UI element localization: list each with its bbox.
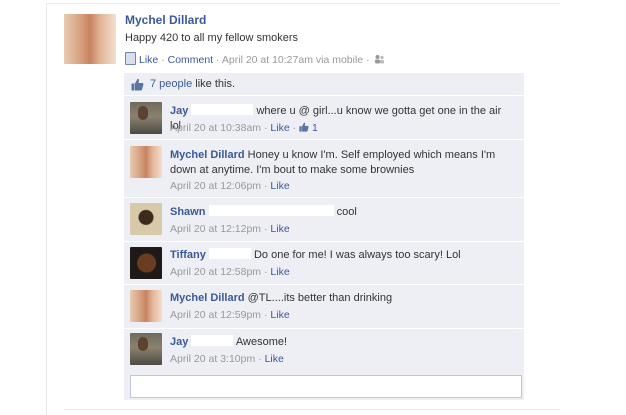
post-author-name[interactable]: Mychel Dillard: [125, 13, 206, 27]
comment-meta: April 20 at 12:06pm · Like: [170, 180, 290, 192]
meta-dot: ·: [366, 54, 370, 66]
redaction-block: [208, 205, 334, 216]
comment-like-count[interactable]: 1: [312, 122, 318, 134]
like-square-icon: [125, 52, 136, 65]
comment-text: Awesome!: [235, 336, 288, 348]
comment-item: Mychel Dillard Honey u know I'm. Self em…: [124, 140, 524, 197]
comment-text: Do one for me! I was always too scary! L…: [253, 249, 461, 261]
comment-meta: April 20 at 12:59pm · Like: [170, 309, 290, 321]
comment-text: cool: [336, 206, 357, 218]
redaction-block: [191, 104, 254, 115]
redaction-block: [208, 248, 251, 259]
comment-author[interactable]: Jay: [170, 105, 188, 117]
post-text: Happy 420 to all my fellow smokers: [125, 32, 299, 44]
comment-meta: April 20 at 12:12pm · Like: [170, 223, 290, 235]
comment-body: Tiffany Do one for me! I was always too …: [170, 248, 515, 263]
comment-avatar[interactable]: [130, 247, 162, 279]
redaction-block: [191, 335, 234, 346]
post-timestamp[interactable]: April 20 at 10:27am via mobile: [222, 54, 363, 66]
comment-author[interactable]: Jay: [170, 336, 188, 348]
post-like-link[interactable]: Like: [139, 54, 158, 66]
comment-item: Jay Awesome! April 20 at 3:10pm · Like: [124, 329, 524, 371]
comment-avatar[interactable]: [130, 146, 162, 178]
comment-body: Jay Awesome!: [170, 335, 515, 350]
thumbs-up-icon: [131, 78, 144, 91]
comment-item: Tiffany Do one for me! I was always too …: [124, 242, 524, 284]
post-author-avatar[interactable]: [64, 14, 116, 64]
comment-time[interactable]: April 20 at 10:38am: [170, 122, 261, 134]
comment-body: Shawn cool: [170, 205, 515, 220]
bottom-divider: [64, 409, 560, 410]
comment-time[interactable]: April 20 at 12:12pm: [170, 223, 261, 235]
comment-avatar[interactable]: [130, 102, 162, 134]
comment-like-link[interactable]: Like: [270, 266, 289, 278]
likes-row: 7 people like this.: [124, 73, 524, 95]
comment-item: Jay where u @ girl...u know we gotta get…: [124, 96, 524, 139]
top-divider: [46, 3, 560, 4]
comment-body: Mychel Dillard @TL....its better than dr…: [170, 291, 515, 306]
meta-dot: ·: [161, 54, 165, 66]
comment-author[interactable]: Mychel Dillard: [170, 292, 245, 304]
thumbs-up-icon: [299, 122, 309, 132]
post-meta: Like · Comment · April 20 at 10:27am via…: [125, 52, 385, 66]
comment-avatar[interactable]: [130, 333, 162, 365]
comment-author[interactable]: Mychel Dillard: [170, 149, 245, 161]
comment-item: Shawn cool April 20 at 12:12pm · Like: [124, 198, 524, 241]
likes-summary: 7 people like this.: [150, 78, 235, 90]
comment-meta: April 20 at 12:58pm · Like: [170, 266, 290, 278]
comment-time[interactable]: April 20 at 12:58pm: [170, 266, 261, 278]
comment-like-link[interactable]: Like: [270, 223, 289, 235]
comments-panel: 7 people like this. Jay where u @ girl..…: [124, 73, 524, 400]
comment-like-link[interactable]: Like: [270, 180, 289, 192]
comment-author[interactable]: Tiffany: [170, 249, 206, 261]
post-comment-link[interactable]: Comment: [168, 54, 214, 66]
comment-meta: April 20 at 10:38am · Like · 1: [170, 122, 318, 134]
comment-time[interactable]: April 20 at 3:10pm: [170, 353, 255, 365]
left-divider: [46, 3, 47, 415]
comment-like-link[interactable]: Like: [270, 309, 289, 321]
friends-privacy-icon[interactable]: [374, 54, 385, 64]
comment-avatar[interactable]: [130, 290, 162, 322]
comment-time[interactable]: April 20 at 12:06pm: [170, 180, 261, 192]
meta-dot: ·: [216, 54, 220, 66]
comment-time[interactable]: April 20 at 12:59pm: [170, 309, 261, 321]
likes-count-link[interactable]: 7 people: [150, 78, 192, 90]
likes-suffix: like this.: [195, 78, 236, 90]
comment-like-link[interactable]: Like: [265, 353, 284, 365]
write-comment-input[interactable]: [130, 375, 522, 398]
comment-meta: April 20 at 3:10pm · Like: [170, 353, 284, 365]
comment-item: Mychel Dillard @TL....its better than dr…: [124, 285, 524, 328]
comment-author[interactable]: Shawn: [170, 206, 205, 218]
comment-text: @TL....its better than drinking: [247, 292, 393, 304]
comment-like-link[interactable]: Like: [270, 122, 289, 134]
comment-body: Mychel Dillard Honey u know I'm. Self em…: [170, 148, 515, 178]
comment-avatar[interactable]: [130, 203, 162, 235]
